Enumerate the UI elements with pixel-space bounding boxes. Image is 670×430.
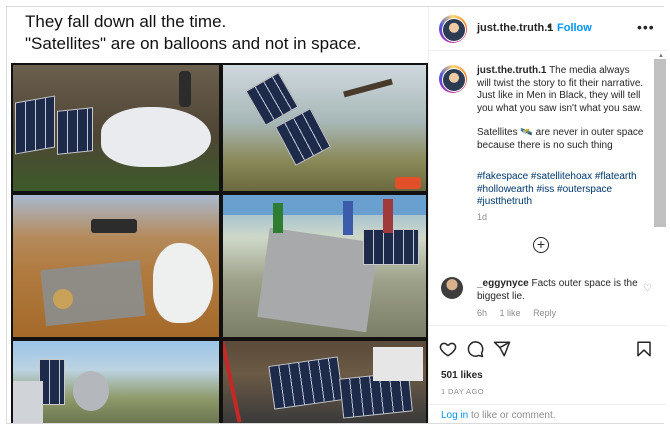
login-prompt-text: to like or comment. (471, 410, 556, 421)
caption-paragraph-2-start: Satellites (477, 127, 518, 138)
solar-panel (268, 356, 344, 410)
comment-meta: 6h 1 like Reply (477, 308, 566, 318)
reply-button[interactable]: Reply (533, 308, 556, 318)
white-box (373, 347, 423, 381)
wreckage (13, 381, 43, 423)
image-caption-line-1: They fall down all the time. (25, 12, 227, 31)
post-actions: 501 likes 1 DAY AGO Log in to like or co… (429, 325, 666, 423)
balloon-fabric (101, 107, 211, 167)
solar-panel (275, 108, 331, 166)
comment-item: _eggynyce Facts outer space is the bigge… (477, 278, 649, 303)
heart-icon[interactable] (439, 340, 457, 358)
wreckage (73, 371, 109, 411)
photo-collage (11, 63, 428, 423)
post-media[interactable]: They fall down all the time. "Satellites… (7, 7, 428, 423)
author-username[interactable]: just.the.truth.1 (477, 22, 553, 34)
photo-tile (223, 341, 426, 423)
photo-tile (13, 195, 219, 337)
person-figure (179, 71, 191, 107)
satellite-emoji-icon: 🛰️ (520, 127, 533, 138)
gold-sphere (53, 289, 73, 309)
post-caption: just.the.truth.1 The media always will t… (477, 65, 645, 152)
comments-section[interactable]: ▲ just.the.truth.1 The media always will… (429, 51, 666, 325)
separator-dot: • (547, 21, 551, 33)
share-icon[interactable] (493, 340, 511, 358)
photo-tile (223, 195, 426, 337)
author-avatar[interactable] (439, 15, 467, 43)
comment-timestamp[interactable]: 6h (477, 308, 487, 318)
login-link[interactable]: Log in (441, 410, 468, 421)
commenter-username[interactable]: _eggynyce (477, 278, 529, 289)
photo-tile (13, 65, 219, 191)
caption-author-avatar[interactable] (439, 65, 467, 93)
image-caption-line-2: "Satellites" are on balloons and not in … (25, 34, 362, 53)
orange-object (395, 177, 421, 189)
photo-tile (13, 341, 219, 423)
balloon-fabric (153, 243, 213, 323)
person-figure (383, 199, 393, 233)
person-figure (273, 203, 283, 233)
likes-count[interactable]: 501 likes (441, 370, 483, 381)
solar-panel (57, 107, 93, 155)
scroll-up-arrow-icon[interactable]: ▲ (658, 53, 664, 59)
tree-branch (343, 78, 393, 98)
sky (223, 195, 426, 215)
vehicle (91, 219, 137, 233)
caption-username[interactable]: just.the.truth.1 (477, 65, 546, 76)
caption-timestamp[interactable]: 1d (477, 212, 487, 222)
follow-button[interactable]: Follow (557, 22, 592, 34)
person-figure (343, 201, 353, 235)
red-pole (223, 341, 242, 423)
post-frame: They fall down all the time. "Satellites… (6, 6, 666, 424)
hashtags[interactable]: #fakespace #satellitehoax #flatearth #ho… (477, 171, 647, 209)
comment-likes-count[interactable]: 1 like (500, 308, 521, 318)
wreckage (257, 227, 379, 333)
login-prompt: Log in to like or comment. (429, 404, 666, 424)
solar-panel (363, 229, 419, 265)
comment-icon[interactable] (466, 340, 484, 358)
comment-like-heart-icon[interactable]: ♡ (643, 283, 652, 294)
load-more-comments-icon[interactable]: + (533, 237, 549, 253)
post-sidebar: just.the.truth.1 • Follow ••• ▲ just.the… (428, 7, 666, 423)
image-caption: They fall down all the time. "Satellites… (25, 11, 420, 55)
post-header: just.the.truth.1 • Follow ••• (429, 7, 666, 51)
photo-tile (223, 65, 426, 191)
solar-panel (15, 95, 55, 155)
more-options-icon[interactable]: ••• (637, 19, 655, 35)
commenter-avatar[interactable] (441, 277, 463, 299)
post-date[interactable]: 1 DAY AGO (441, 387, 484, 396)
bookmark-icon[interactable] (635, 340, 653, 358)
scrollbar-thumb[interactable] (654, 59, 666, 227)
